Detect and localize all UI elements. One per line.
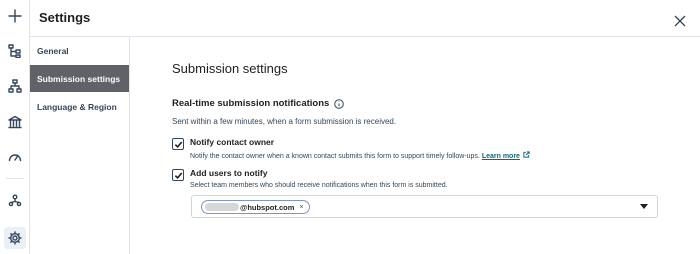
subnav-item-submission-settings[interactable]: Submission settings	[30, 65, 129, 92]
rail-divider	[6, 178, 24, 179]
settings-subnav: General Submission settings Language & R…	[30, 37, 130, 254]
notifications-description: Sent within a few minutes, when a form s…	[172, 117, 397, 126]
subnav-item-language-region[interactable]: Language & Region	[30, 93, 129, 120]
settings-header: Settings	[30, 0, 700, 37]
notify-owner-help-text: Notify the contact owner when a known co…	[190, 153, 480, 160]
subnav-item-general[interactable]: General	[30, 37, 129, 64]
speedometer-icon[interactable]	[4, 146, 26, 168]
chip-remove-icon[interactable]: ×	[299, 204, 303, 211]
close-icon[interactable]	[674, 14, 686, 27]
external-link-icon[interactable]	[523, 151, 530, 158]
add-users-label: Add users to notify	[190, 168, 268, 178]
people-icon[interactable]	[4, 190, 26, 212]
workflow-icon[interactable]	[4, 40, 26, 62]
users-select[interactable]: @hubspot.com ×	[191, 195, 658, 218]
add-users-option: Add users to notify Select team members …	[172, 168, 448, 189]
plus-icon[interactable]	[4, 5, 26, 27]
notify-owner-label: Notify contact owner	[190, 137, 275, 147]
add-users-help: Select team members who should receive n…	[190, 182, 448, 189]
hierarchy-icon[interactable]	[4, 75, 26, 97]
notifications-heading: Real-time submission notifications	[172, 98, 345, 109]
notifications-heading-text: Real-time submission notifications	[172, 98, 330, 109]
notify-owner-checkbox[interactable]	[172, 138, 184, 150]
learn-more-link[interactable]: Learn more	[482, 153, 520, 160]
user-chip: @hubspot.com ×	[201, 200, 310, 214]
section-title: Submission settings	[172, 61, 288, 76]
notify-owner-help: Notify the contact owner when a known co…	[190, 151, 530, 160]
page-title: Settings	[39, 10, 91, 25]
user-chip-email: @hubspot.com	[240, 202, 295, 212]
icon-rail	[0, 0, 30, 254]
chevron-down-icon[interactable]	[640, 204, 648, 209]
gear-icon[interactable]	[4, 227, 26, 249]
info-icon[interactable]	[334, 98, 345, 109]
notify-owner-option: Notify contact owner Notify the contact …	[172, 137, 530, 160]
add-users-checkbox[interactable]	[172, 169, 184, 181]
main-content: Submission settings Real-time submission…	[172, 37, 700, 254]
redacted-username	[205, 203, 239, 211]
bank-icon[interactable]	[4, 111, 26, 133]
